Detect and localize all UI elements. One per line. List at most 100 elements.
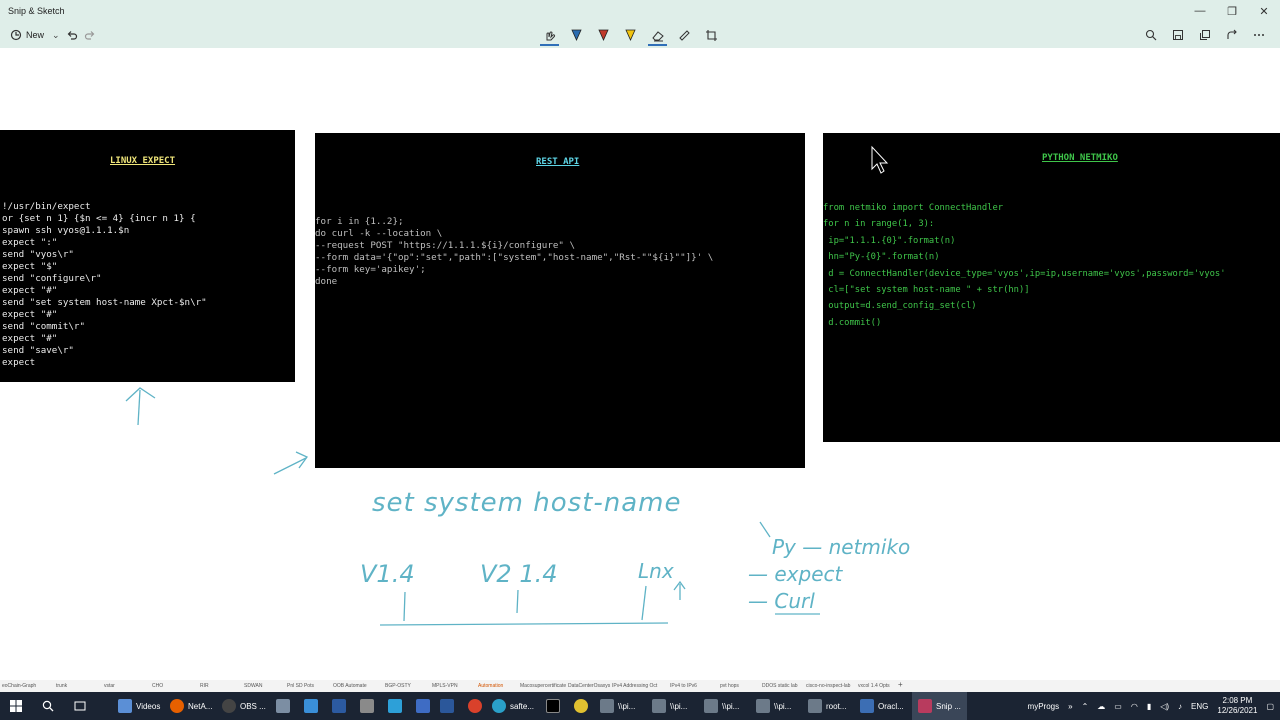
start-button[interactable] — [10, 692, 22, 720]
taskbar-app-oracle[interactable]: Oracl... — [860, 692, 904, 720]
save-icon[interactable] — [1168, 25, 1187, 45]
add-tab-icon[interactable]: + — [898, 680, 903, 689]
chevron-down-icon[interactable]: ⌄ — [52, 30, 60, 41]
taskbar-app-root[interactable]: root... — [808, 692, 846, 720]
wifi-icon[interactable]: ◠ — [1131, 702, 1138, 711]
task-view-icon[interactable] — [74, 692, 86, 720]
new-button-label: New — [26, 30, 45, 40]
outlook-icon — [440, 699, 454, 713]
firefox-icon — [170, 699, 184, 713]
tab-item[interactable]: DDOS static lab — [762, 683, 798, 689]
tab-item[interactable]: DataCenterOsaxys — [568, 683, 610, 689]
tab-item[interactable]: OOB Automate — [333, 683, 367, 689]
virtualbox-icon — [860, 699, 874, 713]
chevron-right-icon[interactable]: » — [1068, 702, 1072, 711]
tab-item[interactable]: cisco-no-inspect-lab — [806, 683, 850, 689]
taskbar-pinned-app[interactable] — [332, 692, 346, 720]
handwriting-set-system: set system host-name — [372, 488, 682, 518]
close-button[interactable]: ✕ — [1248, 0, 1280, 22]
copy-icon[interactable] — [1195, 25, 1214, 45]
onedrive-icon[interactable]: ☁ — [1097, 702, 1105, 711]
ink-layer: set system host-name V1.4 V2 1.4 Lnx Py … — [125, 145, 910, 626]
tab-item[interactable]: eoChain-Graph — [2, 683, 36, 689]
taskbar-app-snip[interactable]: Snip ... — [912, 692, 967, 720]
battery-icon[interactable]: ▮ — [1147, 702, 1151, 711]
highlighter-icon[interactable] — [621, 25, 640, 45]
network-icon[interactable]: ▭ — [1114, 702, 1122, 711]
taskbar-app-putty[interactable]: \\pi... — [600, 692, 635, 720]
taskbar-pinned-app[interactable] — [468, 692, 482, 720]
tab-item[interactable]: SDWAN — [244, 683, 262, 689]
powershell-icon — [332, 699, 346, 713]
tab-item[interactable]: vstar — [104, 683, 115, 689]
tab-item[interactable]: pvt hops — [720, 683, 739, 689]
taskbar-app-videos[interactable]: Videos — [118, 692, 160, 720]
system-tray: myProgs » ⌃ ☁ ▭ ◠ ▮ ◁) ♪ ENG 2:08 PM 12/… — [1028, 692, 1274, 720]
tab-item[interactable]: CHO — [152, 683, 163, 689]
more-icon[interactable] — [1249, 25, 1268, 45]
language-indicator[interactable]: ENG — [1191, 702, 1208, 711]
eraser-icon[interactable] — [648, 25, 667, 46]
right-arrow-annotation — [273, 451, 308, 475]
taskbar-pinned-app[interactable] — [388, 692, 402, 720]
tab-item-active[interactable]: Automation — [478, 683, 503, 689]
taskbar-pinned-app[interactable] — [574, 692, 588, 720]
tab-item[interactable]: IPv4 to IPv6 — [670, 683, 697, 689]
redo-icon[interactable] — [84, 29, 96, 41]
touch-writing-icon[interactable] — [540, 25, 559, 46]
tab-item[interactable]: MPLS-VPN — [432, 683, 458, 689]
clock[interactable]: 2:08 PM 12/26/2021 — [1217, 696, 1257, 716]
tab-item[interactable]: Pnl SD Pots — [287, 683, 314, 689]
pencil-icon[interactable] — [594, 25, 613, 45]
app-icon — [468, 699, 482, 713]
zoom-icon[interactable] — [1141, 25, 1160, 45]
taskbar-app-firefox[interactable]: NetA... — [170, 692, 212, 720]
maximize-button[interactable]: ❐ — [1216, 0, 1248, 22]
undo-icon[interactable] — [66, 29, 78, 41]
minimize-button[interactable]: — — [1184, 0, 1216, 22]
up-arrow-annotation — [125, 387, 156, 426]
windows-logo-icon — [10, 700, 22, 712]
taskbar-pinned-app[interactable] — [360, 692, 374, 720]
taskbar-app-putty[interactable]: \\pi... — [756, 692, 791, 720]
taskbar: Videos NetA... OBS ... safte... \\pi... … — [0, 692, 1280, 720]
taskbar-pinned-app[interactable] — [304, 692, 318, 720]
new-snip-icon — [10, 29, 22, 41]
toolbar-left: New ⌄ — [8, 26, 96, 44]
handwriting-expect: — expect — [748, 562, 843, 586]
ruler-icon[interactable] — [675, 25, 694, 45]
tab-item[interactable]: Macosupercertificate — [520, 683, 566, 689]
search-icon[interactable] — [42, 692, 54, 720]
app-icon — [416, 699, 430, 713]
taskbar-pinned-app[interactable] — [440, 692, 454, 720]
new-button[interactable]: New — [8, 26, 46, 44]
tab-item[interactable]: trunk — [56, 683, 67, 689]
crop-icon[interactable] — [702, 25, 721, 45]
taskbar-pinned-app[interactable] — [276, 692, 290, 720]
speaker-icon[interactable]: ♪ — [1178, 702, 1182, 711]
taskbar-app-putty[interactable]: \\pi... — [704, 692, 739, 720]
taskbar-pinned-app[interactable] — [546, 692, 560, 720]
taskbar-pinned-app[interactable] — [416, 692, 430, 720]
share-icon[interactable] — [1222, 25, 1241, 45]
snip-and-sketch-window: Snip & Sketch — ❐ ✕ New ⌄ LINUX EXPECT !… — [0, 0, 1280, 720]
handwriting-v1: V1.4 — [360, 560, 415, 588]
ink-tools — [540, 25, 721, 46]
tab-item[interactable]: BGP-OSTY — [385, 683, 411, 689]
snip-canvas[interactable]: LINUX EXPECT !/usr/bin/expect or {set n … — [0, 48, 1280, 680]
title-bar: Snip & Sketch — ❐ ✕ — [0, 0, 1280, 22]
toolbar-right — [1141, 25, 1268, 45]
edge-icon — [492, 699, 506, 713]
chevron-up-icon[interactable]: ⌃ — [1082, 702, 1089, 711]
notifications-icon[interactable]: ▢ — [1266, 702, 1274, 711]
tab-item[interactable]: IPv4 Addressing Oct — [612, 683, 657, 689]
taskbar-app-obs[interactable]: OBS ... — [222, 692, 266, 720]
tab-item[interactable]: vxcol 1.4 Opts — [858, 683, 890, 689]
snip-sketch-icon — [918, 699, 932, 713]
volume-icon[interactable]: ◁) — [1160, 702, 1169, 711]
taskbar-app-edge[interactable]: safte... — [492, 692, 534, 720]
my-progs-toolbar[interactable]: myProgs — [1028, 702, 1060, 711]
ballpoint-pen-icon[interactable] — [567, 25, 586, 45]
tab-item[interactable]: RIR — [200, 683, 209, 689]
taskbar-app-putty[interactable]: \\pi... — [652, 692, 687, 720]
